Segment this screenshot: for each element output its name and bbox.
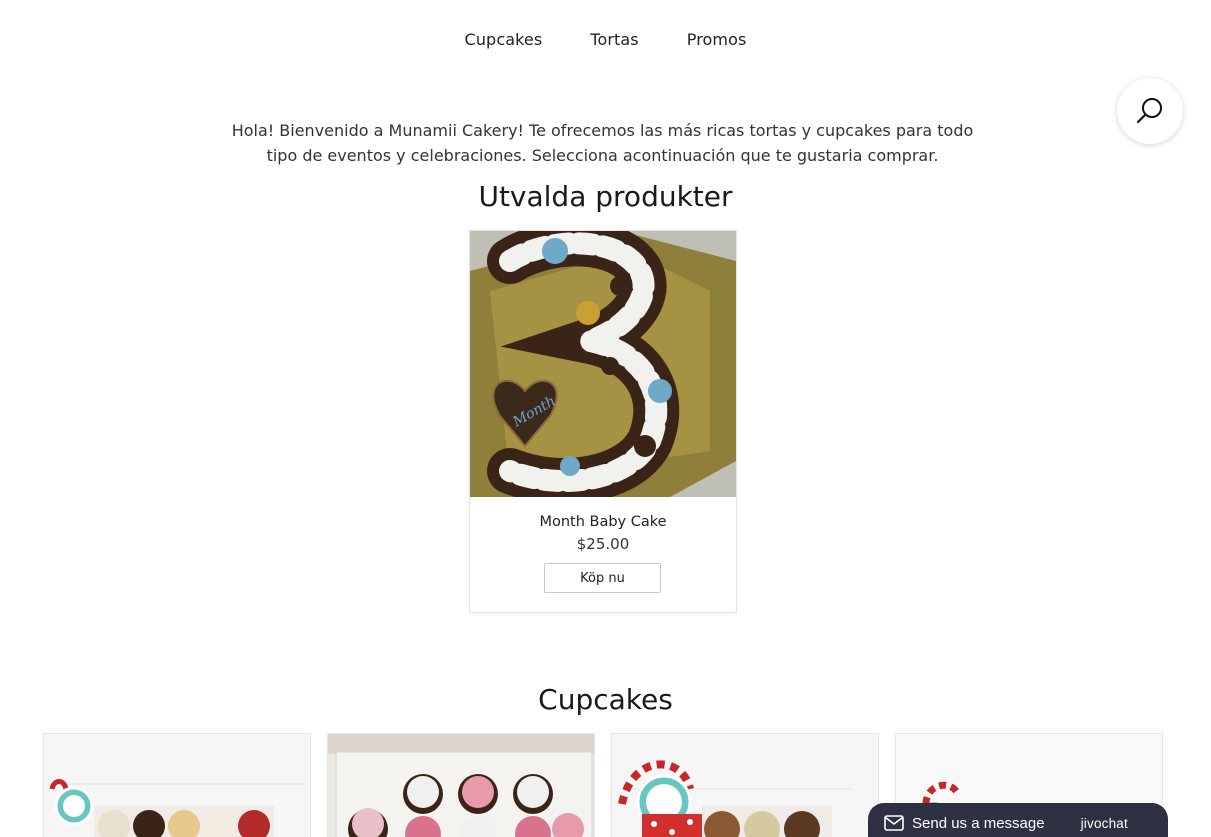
- chat-widget[interactable]: Send us a message jivochat: [868, 803, 1168, 837]
- nav-item-promos[interactable]: Promos: [687, 30, 747, 49]
- cupcakes-title: Cupcakes: [538, 683, 673, 716]
- product-price: $25.00: [576, 535, 630, 553]
- product-card[interactable]: Month Month Baby Cake $25.00 Köp nu: [469, 230, 737, 613]
- product-name[interactable]: Month Baby Cake: [470, 514, 736, 530]
- envelope-icon: [884, 815, 904, 831]
- product-image[interactable]: Month: [470, 231, 736, 497]
- search-button[interactable]: [1117, 78, 1183, 144]
- search-icon: [1136, 98, 1162, 124]
- nav-item-tortas[interactable]: Tortas: [590, 30, 638, 49]
- product-image[interactable]: [44, 734, 311, 837]
- product-card[interactable]: [327, 733, 595, 837]
- main-nav: Cupcakes Tortas Promos: [0, 30, 1211, 49]
- product-card[interactable]: [611, 733, 879, 837]
- buy-button[interactable]: Köp nu: [544, 563, 661, 593]
- product-image[interactable]: [328, 734, 595, 837]
- chat-label[interactable]: Send us a message: [912, 815, 1045, 832]
- welcome-text: Hola! Bienvenido a Munamii Cakery! Te of…: [231, 121, 974, 165]
- chat-brand: jivochat: [1080, 815, 1128, 831]
- nav-item-cupcakes[interactable]: Cupcakes: [465, 30, 543, 49]
- product-image[interactable]: [612, 734, 879, 837]
- featured-title: Utvalda produkter: [478, 180, 733, 213]
- product-card[interactable]: [43, 733, 311, 837]
